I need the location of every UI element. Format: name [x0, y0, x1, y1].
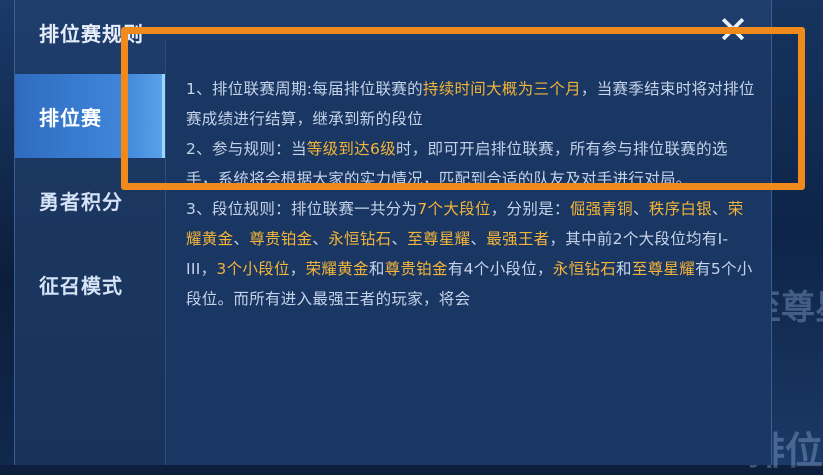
tab-draft-mode[interactable]: 征召模式: [15, 242, 151, 326]
tab-label: 勇者积分: [39, 189, 123, 214]
rule-paragraph-3: 3、段位规则：排位联赛一共分为7个大段位，分别是：倔强青铜、秩序白银、荣耀黄金、…: [186, 200, 753, 308]
tab-label: 排位赛: [39, 105, 102, 130]
highlight-frame: [121, 27, 805, 190]
tab-label: 征召模式: [39, 273, 123, 298]
